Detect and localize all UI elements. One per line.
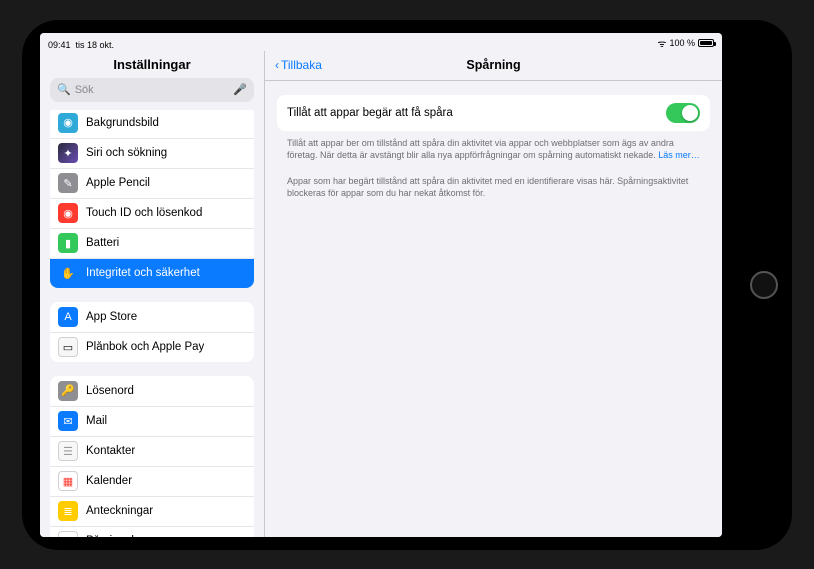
sidebar-item[interactable]: A App Store [50,302,254,332]
sidebar-item-icon: 🔑 [58,381,78,401]
home-button[interactable] [750,271,778,299]
allow-tracking-label: Tillåt att appar begär att få spåra [287,107,453,119]
allow-tracking-toggle[interactable] [666,103,700,123]
back-button[interactable]: ‹ Tillbaka [275,58,322,72]
detail-pane: ‹ Tillbaka Spårning Tillåt att appar beg… [265,51,722,537]
sidebar-item-label: Plånbok och Apple Pay [86,341,204,353]
tracking-footer-2: Appar som har begärt tillstånd att spåra… [277,161,710,199]
status-bar: 09:41 tis 18 okt. ᯤ 100 % [40,33,722,51]
detail-title: Spårning [265,58,722,72]
chevron-left-icon: ‹ [275,58,279,72]
sidebar-item[interactable]: ✋ Integritet och säkerhet [50,258,254,288]
search-input[interactable]: 🔍 Sök 🎤 [50,78,254,102]
sidebar-item-label: Batteri [86,237,119,249]
sidebar-item[interactable]: ◉ Bakgrundsbild [50,110,254,138]
sidebar-item-icon: ✎ [58,173,78,193]
settings-sidebar: Inställningar 🔍 Sök 🎤 ◉ Bakgrundsbild ✦ Sir… [40,51,265,537]
sidebar-item[interactable]: ✎ Apple Pencil [50,168,254,198]
sidebar-item-icon: ✉ [58,411,78,431]
sidebar-item-label: Lösenord [86,385,134,397]
sidebar-item[interactable]: ≣ Anteckningar [50,496,254,526]
sidebar-item-label: Påminnelser [86,535,150,537]
sidebar-item-icon: ▭ [58,337,78,357]
sidebar-item-icon: A [58,307,78,327]
sidebar-item[interactable]: ✉ Mail [50,406,254,436]
sidebar-item-label: Anteckningar [86,505,153,517]
sidebar-item[interactable]: ⊙ Påminnelser [50,526,254,537]
sidebar-item-label: Siri och sökning [86,147,167,159]
sidebar-item-label: Integritet och säkerhet [86,267,200,279]
status-date: tis 18 okt. [76,40,115,50]
sidebar-item-icon: ◉ [58,203,78,223]
sidebar-item[interactable]: ▮ Batteri [50,228,254,258]
sidebar-item-label: Mail [86,415,107,427]
sidebar-item-icon: ⊙ [58,531,78,537]
sidebar-item-label: Apple Pencil [86,177,150,189]
sidebar-item-icon: ◉ [58,113,78,133]
sidebar-item-icon: ▦ [58,471,78,491]
sidebar-item-icon: ☰ [58,441,78,461]
search-icon: 🔍 [57,83,71,96]
sidebar-item-label: Bakgrundsbild [86,117,159,129]
sidebar-item-icon: ✋ [58,263,78,283]
sidebar-item[interactable]: ▭ Plånbok och Apple Pay [50,332,254,362]
tracking-footer-1: Tillåt att appar ber om tillstånd att sp… [277,131,710,161]
sidebar-item-icon: ≣ [58,501,78,521]
sidebar-item[interactable]: ▦ Kalender [50,466,254,496]
sidebar-item[interactable]: 🔑 Lösenord [50,376,254,406]
sidebar-item-label: Kalender [86,475,132,487]
mic-icon: 🎤 [233,83,247,96]
allow-tracking-row[interactable]: Tillåt att appar begär att få spåra [277,95,710,131]
status-time: 09:41 [48,40,71,50]
sidebar-item[interactable]: ☰ Kontakter [50,436,254,466]
sidebar-item[interactable]: ✦ Siri och sökning [50,138,254,168]
sidebar-item-label: Kontakter [86,445,135,457]
battery-icon [698,39,714,47]
search-placeholder: Sök [75,84,94,96]
sidebar-item-label: Touch ID och lösenkod [86,207,202,219]
sidebar-item-icon: ✦ [58,143,78,163]
wifi-icon: ᯤ [657,36,666,50]
sidebar-item[interactable]: ◉ Touch ID och lösenkod [50,198,254,228]
sidebar-item-icon: ▮ [58,233,78,253]
battery-percent: 100 % [669,38,695,48]
sidebar-title: Inställningar [40,51,264,78]
sidebar-item-label: App Store [86,311,137,323]
learn-more-link[interactable]: Läs mer… [658,150,700,160]
